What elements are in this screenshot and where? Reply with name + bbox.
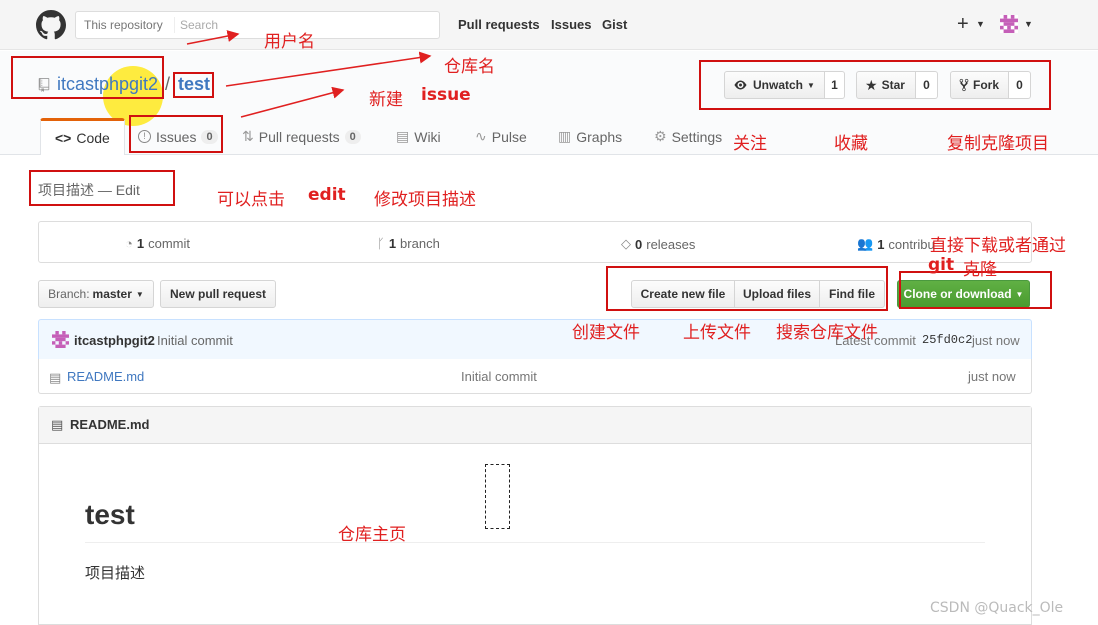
annotation-watch: 关注	[733, 134, 767, 154]
annotation-repo-name: 仓库名	[444, 57, 495, 77]
annotation-search-files: 搜索仓库文件	[776, 323, 878, 343]
annotation-upload-files: 上传文件	[683, 323, 751, 343]
annotation-create-file: 创建文件	[572, 323, 640, 343]
annotation-new-issue-a: 新建	[369, 90, 403, 110]
annotation-clone-b: git	[928, 255, 955, 275]
annotation-fork: 复制克隆项目	[947, 134, 1049, 154]
watermark: CSDN @Quack_Ole	[930, 600, 1064, 616]
annotation-arrows	[186, 30, 432, 118]
annotation-clone-a: 直接下载或者通过	[930, 236, 1066, 256]
annotation-edit-a: 可以点击	[217, 190, 285, 210]
annotation-edit-b: edit	[308, 185, 346, 205]
annotation-repo-home: 仓库主页	[338, 525, 406, 545]
annotation-new-issue-b: issue	[421, 85, 471, 105]
annotation-star: 收藏	[834, 134, 868, 154]
annotation-edit-c: 修改项目描述	[374, 190, 476, 210]
annotation-username: 用户名	[264, 32, 315, 52]
annotation-clone-c: 克隆	[963, 260, 997, 280]
